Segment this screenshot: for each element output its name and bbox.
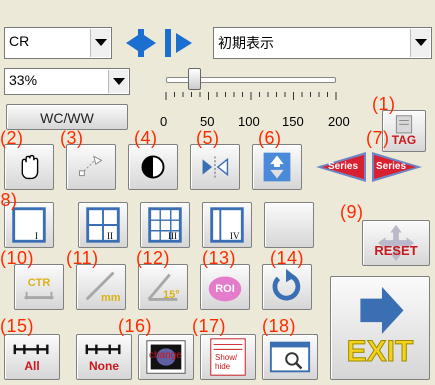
exit-label: EXIT [346,335,414,369]
annotation-14: (14) [270,248,305,268]
deg-label: 15° [163,289,180,301]
pan-button[interactable] [4,144,54,190]
annotation-6: (6) [258,128,282,148]
arrow-right-bar-icon [165,29,192,57]
annotation-7: (7) [366,128,390,148]
modality-select[interactable]: CR [4,27,112,59]
preset-select[interactable]: 初期表示 [213,27,432,59]
zoom-value: 33% [9,72,38,88]
rotate-button[interactable] [262,264,312,310]
annotation-10: (10) [0,248,35,268]
annotation-5: (5) [196,128,220,148]
link-all-button[interactable]: All [4,334,60,380]
layout-columns-icon [210,207,244,243]
center-button[interactable]: CTR [14,264,64,310]
layout-3-label: III [168,231,177,241]
layout-2-label: II [107,231,113,241]
measure-point-button[interactable] [66,144,116,190]
chevron-down-icon[interactable] [108,70,128,93]
prev-image-button[interactable] [124,27,158,59]
wcww-label: WC/WW [40,110,94,126]
rotate-icon [272,268,301,301]
link-none-button[interactable]: None [76,334,132,380]
annotation-11: (11) [66,248,99,268]
slider-thumb[interactable] [188,68,202,90]
layout-1-label: I [35,231,38,241]
slider-tick-label: 200 [328,114,350,129]
annotation-1: (1) [372,94,396,114]
annotation-15: (15) [0,316,35,336]
layout-4-label: IV [230,231,240,241]
zoom-slider[interactable] [160,66,342,106]
flip-horizontal-icon [202,156,229,178]
slider-tick-labels: 0 50 100 150 200 [155,114,355,132]
roi-button[interactable]: ROI [200,264,250,310]
chevron-down-icon[interactable] [410,29,430,57]
mm-label: mm [101,292,121,304]
up-down-arrow-icon [263,152,291,182]
layout-grid-icon [148,207,182,243]
rotate-flip-button[interactable] [252,144,302,190]
annotation-18: (18) [262,316,297,336]
dotted-line-icon [79,155,103,177]
slider-tick-label: 50 [200,114,215,129]
change-button[interactable]: change [138,334,194,380]
reset-button[interactable]: RESET [362,220,430,266]
exit-button[interactable]: EXIT [330,276,430,380]
preset-value: 初期表示 [218,35,274,51]
modality-value: CR [9,33,30,49]
change-label: change [149,350,182,361]
contrast-icon [141,155,165,179]
next-series-label: Series [376,161,407,172]
slider-tick-label: 100 [238,114,260,129]
link-all-label: All [24,359,40,373]
slider-tick-label: 0 [160,114,168,129]
annotation-9: (9) [340,202,364,222]
annotation-3: (3) [60,128,84,148]
layout-2-button[interactable]: II [78,202,128,248]
annotation-8: (8) [0,190,18,210]
blank-button[interactable] [264,202,314,248]
search-image-button[interactable] [262,334,318,380]
zoom-select[interactable]: 33% [4,68,130,95]
roi-label: ROI [215,283,235,295]
prev-series-button[interactable]: Series [314,144,368,190]
magnifier-window-icon [269,341,311,373]
annotation-2: (2) [0,128,24,148]
layout-3-button[interactable]: III [140,202,190,248]
flip-button[interactable] [190,144,240,190]
link-none-label: None [89,359,119,373]
ctr-label: CTR [27,277,51,289]
angle-icon [147,273,178,301]
hand-icon [21,154,39,180]
show-hide-button[interactable]: Show/ hide [200,334,256,380]
annotation-4: (4) [134,128,158,148]
annotation-16: (16) [118,316,153,336]
layout-4-button[interactable]: IV [202,202,252,248]
show-hide-label: Show/ hide [215,353,238,371]
next-series-button[interactable]: Series [370,144,424,190]
reset-label: RESET [374,243,418,258]
length-button[interactable]: mm [76,264,126,310]
angle-button[interactable]: 15° [138,264,188,310]
arrows-left-icon [126,29,156,57]
prev-series-label: Series [328,161,359,172]
invert-button[interactable] [128,144,178,190]
series-nav-group: Series Series [314,144,424,190]
annotation-12: (12) [136,248,171,268]
annotation-13: (13) [202,248,237,268]
slider-ticks [165,92,337,100]
wcww-button[interactable]: WC/WW [6,104,128,130]
annotation-17: (17) [192,316,227,336]
next-image-button[interactable] [162,27,196,59]
slider-tick-label: 150 [282,114,304,129]
layout-split-icon [86,207,120,243]
chevron-down-icon[interactable] [90,29,110,57]
